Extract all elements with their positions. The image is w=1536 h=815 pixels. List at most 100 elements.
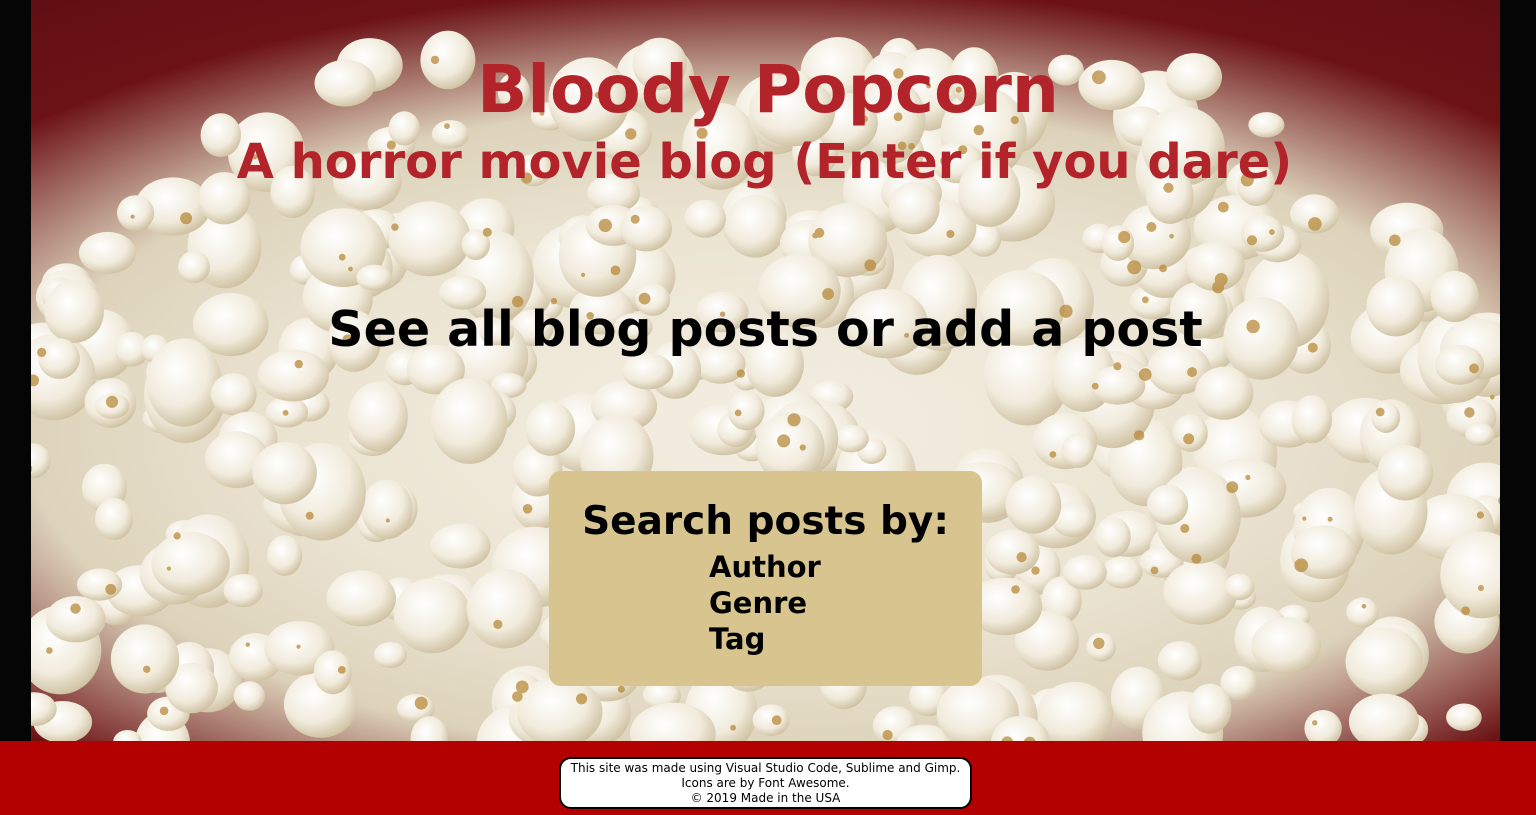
popcorn-kernel — [31, 443, 51, 479]
popcorn-husk — [296, 644, 301, 649]
popcorn-husk — [1294, 558, 1309, 573]
search-options: Author Genre Tag — [709, 549, 821, 657]
popcorn-kernel — [223, 573, 263, 608]
popcorn-husk — [814, 227, 825, 238]
popcorn-husk — [1138, 368, 1152, 381]
footer-icons-credit: Icons are by Font Awesome. — [681, 776, 850, 790]
popcorn-husk — [1490, 395, 1495, 400]
popcorn-kernel — [1291, 395, 1333, 444]
popcorn-kernel — [1163, 560, 1238, 625]
popcorn-kernel — [1101, 225, 1135, 261]
popcorn-kernel — [1240, 215, 1285, 252]
page: Bloody Popcorn A horror movie blog (Ente… — [0, 0, 1536, 815]
popcorn-husk — [598, 218, 612, 233]
popcorn-husk — [348, 266, 353, 272]
popcorn-husk — [1327, 516, 1333, 522]
popcorn-husk — [1011, 585, 1020, 594]
popcorn-husk — [159, 706, 169, 716]
popcorn-kernel — [525, 401, 576, 456]
popcorn-husk — [1361, 603, 1367, 609]
popcorn-kernel — [1251, 617, 1321, 674]
popcorn-husk — [1469, 363, 1479, 374]
popcorn-husk — [245, 642, 250, 647]
cta-or-text: or — [819, 301, 911, 358]
footer-tools-text: This site was made using Visual Studio C… — [570, 761, 961, 775]
popcorn-kernel — [620, 205, 672, 252]
footer: This site was made using Visual Studio C… — [0, 741, 1536, 815]
popcorn-husk — [173, 532, 181, 540]
popcorn-kernel — [1061, 433, 1095, 468]
popcorn-husk — [771, 715, 782, 726]
popcorn-husk — [630, 214, 640, 224]
popcorn-kernel — [1094, 516, 1131, 558]
popcorn-kernel — [725, 194, 786, 258]
popcorn-husk — [522, 504, 533, 514]
popcorn-kernel — [430, 523, 491, 569]
search-by-author-link[interactable]: Author — [709, 549, 821, 585]
popcorn-kernel — [361, 479, 413, 540]
popcorn-kernel — [1345, 627, 1423, 697]
popcorn-husk — [105, 395, 119, 408]
popcorn-husk — [414, 696, 428, 710]
popcorn-kernel — [151, 531, 230, 596]
popcorn-kernel — [78, 231, 137, 274]
popcorn-kernel — [178, 251, 210, 284]
popcorn-husk — [1269, 229, 1275, 235]
popcorn-husk — [105, 583, 117, 595]
popcorn-husk — [822, 288, 834, 300]
popcorn-kernel — [1304, 710, 1342, 741]
popcorn-kernel — [313, 650, 352, 695]
popcorn-kernel — [45, 596, 106, 643]
popcorn-husk — [1113, 362, 1122, 371]
popcorn-kernel — [393, 578, 471, 654]
popcorn-husk — [1476, 511, 1484, 519]
search-by-tag-link[interactable]: Tag — [709, 621, 821, 657]
popcorn-husk — [385, 518, 390, 523]
popcorn-kernel — [76, 568, 123, 601]
popcorn-husk — [70, 603, 81, 614]
popcorn-husk — [1127, 260, 1142, 275]
popcorn-husk — [1464, 407, 1475, 418]
popcorn-husk — [864, 259, 877, 272]
popcorn-kernel — [1194, 366, 1254, 420]
popcorn-husk — [1245, 474, 1251, 480]
popcorn-kernel — [1157, 641, 1203, 681]
popcorn-husk — [46, 647, 53, 654]
see-all-posts-link[interactable]: See all blog posts — [328, 301, 819, 358]
popcorn-husk — [1217, 201, 1229, 213]
popcorn-husk — [1312, 720, 1318, 726]
search-by-genre-link[interactable]: Genre — [709, 585, 821, 621]
popcorn-husk — [1226, 481, 1239, 494]
popcorn-kernel — [252, 442, 317, 505]
popcorn-husk — [1016, 552, 1027, 563]
footer-credits: This site was made using Visual Studio C… — [559, 757, 972, 809]
popcorn-husk — [1169, 233, 1174, 239]
popcorn-husk — [1091, 382, 1099, 390]
popcorn-husk — [1302, 516, 1307, 521]
popcorn-kernel — [1101, 556, 1143, 589]
popcorn-husk — [581, 272, 586, 277]
popcorn-kernel — [210, 373, 257, 416]
popcorn-kernel — [1348, 693, 1419, 741]
popcorn-kernel — [622, 353, 674, 390]
popcorn-kernel — [466, 568, 543, 649]
popcorn-husk — [576, 693, 588, 705]
popcorn-kernel — [110, 624, 180, 694]
popcorn-husk — [482, 227, 492, 237]
popcorn-husk — [787, 413, 801, 427]
popcorn-husk — [730, 724, 736, 731]
popcorn-husk — [946, 230, 955, 238]
add-post-link[interactable]: add a post — [911, 301, 1203, 358]
popcorn-kernel — [1371, 401, 1401, 433]
popcorn-husk — [1150, 566, 1159, 575]
popcorn-kernel — [388, 201, 471, 277]
popcorn-kernel — [833, 424, 869, 453]
popcorn-husk — [882, 729, 893, 741]
search-panel: Search posts by: Author Genre Tag — [549, 471, 982, 686]
popcorn-kernel — [1005, 476, 1062, 534]
popcorn-husk — [736, 369, 746, 378]
popcorn-husk — [1093, 637, 1105, 649]
popcorn-husk — [337, 666, 346, 674]
popcorn-kernel — [1377, 445, 1434, 501]
popcorn-husk — [143, 665, 151, 673]
